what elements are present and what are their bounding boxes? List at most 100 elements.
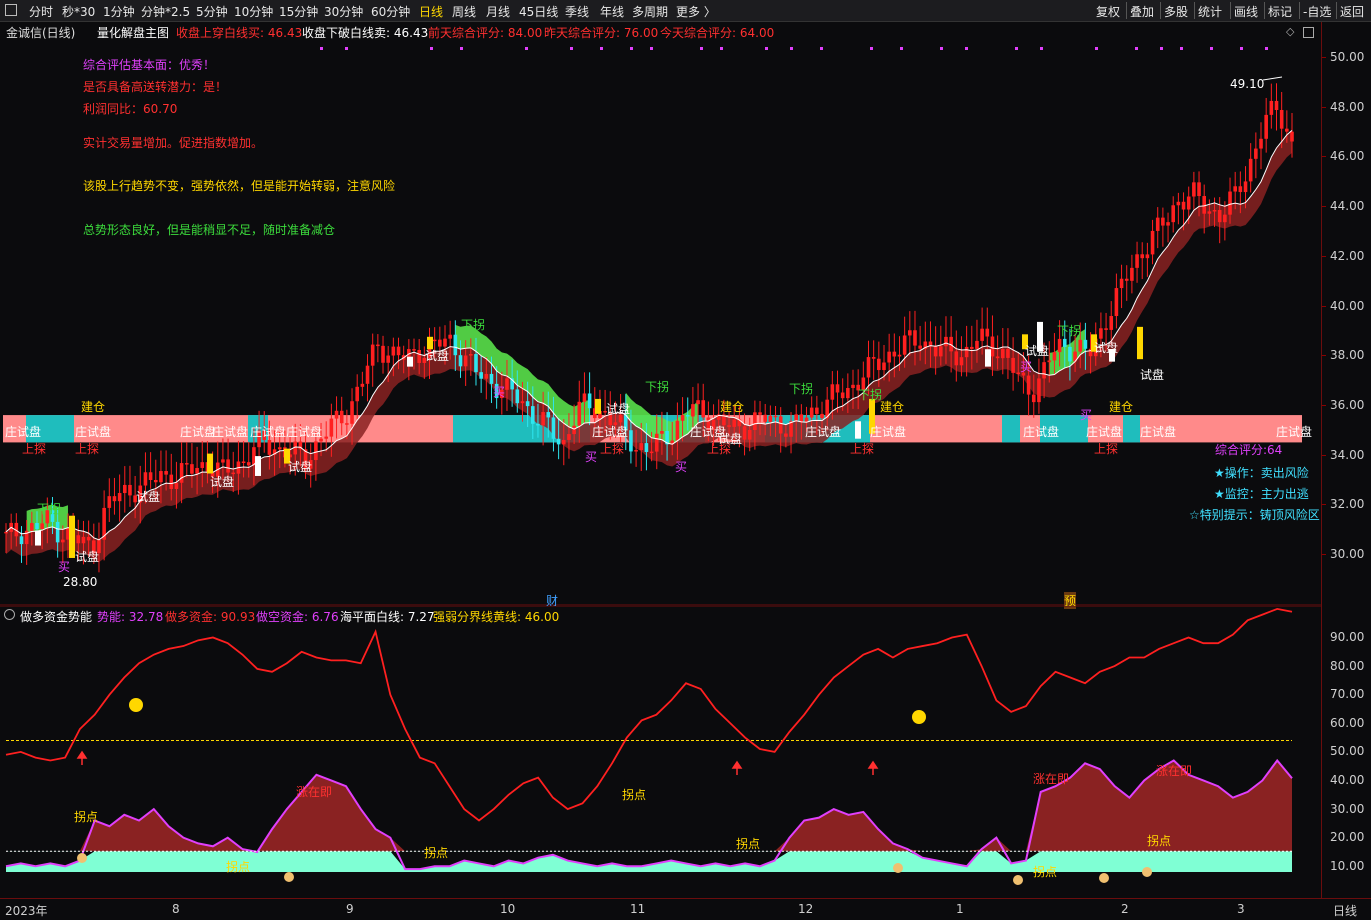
- candle-body: [1212, 210, 1217, 212]
- indicator-name[interactable]: 量化解盘主图: [97, 24, 169, 41]
- toolbar-button[interactable]: 返回: [1340, 3, 1364, 20]
- toolbar-button[interactable]: 复权: [1096, 3, 1120, 20]
- candle-body: [887, 351, 891, 363]
- sub-axis: 90.00 80.00 70.00 60.00 50.00 40.00 30.00 20.00…: [1321, 606, 1371, 898]
- price-tick: 36.00: [1330, 397, 1365, 412]
- toolbar-button[interactable]: 统计: [1198, 3, 1222, 20]
- period-tab[interactable]: 年线: [600, 3, 624, 20]
- tick-mark: [1322, 454, 1326, 456]
- candle-body: [35, 522, 39, 530]
- toolbar-button[interactable]: 画线: [1234, 3, 1258, 20]
- candle-body: [1083, 339, 1088, 349]
- toolbar-separator: [1126, 2, 1127, 19]
- candle-body: [190, 464, 194, 474]
- price-tick: 48.00: [1330, 99, 1365, 114]
- toolbar-button[interactable]: 多股: [1164, 3, 1188, 20]
- side-note: ★操作：卖出风险: [1214, 466, 1309, 480]
- candle-body: [933, 346, 938, 357]
- candle-body: [117, 493, 122, 502]
- date-tick: 2: [1121, 902, 1129, 916]
- candle-body: [587, 393, 592, 409]
- fund-momentum-chart[interactable]: 做多资金势能 势能: 32.78 做多资金: 90.93 做空资金: 6.76 海平面…: [0, 605, 1321, 898]
- signal-label: 庄试盘: [592, 425, 629, 439]
- candle-body: [267, 439, 272, 455]
- candle-body: [1026, 375, 1031, 395]
- period-tab[interactable]: 季线: [565, 3, 589, 20]
- candle-body: [944, 336, 948, 347]
- panel-toggle-icon[interactable]: [5, 4, 17, 16]
- period-tab[interactable]: 30分钟: [324, 3, 363, 20]
- candle-body: [179, 463, 184, 483]
- period-tab[interactable]: 周线: [452, 3, 476, 20]
- signal-label: 庄试盘: [286, 425, 323, 439]
- period-tab[interactable]: 月线: [486, 3, 510, 20]
- signal-label: 下拐: [461, 318, 486, 332]
- candle-body: [159, 471, 163, 483]
- side-note: 综合评分:64: [1215, 443, 1283, 457]
- candle-body: [1243, 181, 1248, 193]
- toolbar-button[interactable]: 标记: [1268, 3, 1292, 20]
- settings-icon[interactable]: [4, 609, 15, 620]
- pointer-hand-icon: [1099, 873, 1109, 883]
- candle-body: [815, 407, 819, 414]
- period-tab[interactable]: 15分钟: [279, 3, 318, 20]
- period-tab[interactable]: 1分钟: [103, 3, 135, 20]
- signal-label: 试盘: [1140, 368, 1165, 382]
- period-tab[interactable]: 分钟*2.5: [141, 3, 190, 20]
- header-value: 今天综合评分: 64.00: [660, 26, 775, 40]
- period-tab[interactable]: 多周期: [632, 3, 668, 20]
- tick-mark: [1322, 206, 1326, 208]
- main-price-chart[interactable]: 金诚信(日线) 量化解盘主图 收盘上穿白线买: 46.43 收盘下破白线卖: 46…: [0, 22, 1321, 609]
- top-marker: [965, 47, 968, 50]
- candle-body: [1145, 254, 1150, 259]
- sub-indicator-name[interactable]: 做多资金势能: [20, 608, 92, 625]
- analysis-note: 利润同比：60.70: [83, 102, 178, 116]
- potential-area: [6, 760, 1292, 852]
- candle-body: [391, 346, 396, 356]
- candle-body: [386, 355, 390, 363]
- period-tab[interactable]: 日线: [419, 3, 443, 20]
- candle-body: [1290, 131, 1294, 142]
- candle-body: [567, 434, 571, 440]
- signal-label: 庄试盘: [690, 425, 727, 439]
- candle-body: [1124, 278, 1129, 281]
- signal-candle: [407, 356, 413, 367]
- signal-candle: [595, 398, 601, 414]
- up-arrow-icon: [76, 750, 88, 765]
- candle-body: [892, 351, 897, 357]
- candle-body: [897, 354, 902, 357]
- toolbar-button[interactable]: 叠加: [1130, 3, 1154, 20]
- maximize-icon[interactable]: [1303, 27, 1314, 38]
- candle-body: [1006, 348, 1010, 358]
- signal-label: 上探: [1094, 442, 1119, 456]
- period-tab[interactable]: 秒*30: [62, 3, 95, 20]
- candle-body: [696, 400, 700, 405]
- period-tab[interactable]: 10分钟: [234, 3, 273, 20]
- period-tab[interactable]: 60分钟: [371, 3, 410, 20]
- candle-body: [1192, 182, 1196, 197]
- signal-label: 上探: [600, 442, 625, 456]
- candle-body: [1228, 191, 1232, 215]
- candle-body: [277, 447, 282, 450]
- candle-body: [1171, 205, 1176, 223]
- up-arrow-icon: [731, 760, 743, 775]
- candle-body: [4, 531, 8, 534]
- sub-header-value: 做空资金: 6.76: [256, 610, 339, 624]
- analysis-note: 是否具备高送转潜力：是！: [83, 80, 228, 94]
- candle-body: [1279, 109, 1284, 129]
- candle-body: [768, 415, 773, 422]
- support-band-segment: [1123, 415, 1140, 443]
- top-marker: [720, 47, 723, 50]
- period-tab[interactable]: 5分钟: [196, 3, 228, 20]
- candle-body: [1207, 211, 1212, 214]
- sub-header-value: 做多资金: 90.93: [165, 610, 256, 624]
- period-tab[interactable]: 分时: [29, 3, 53, 20]
- toolbar-button[interactable]: -自选: [1303, 3, 1331, 20]
- signal-label: 拐点: [424, 846, 449, 860]
- candle-body: [1202, 196, 1207, 214]
- signal-label: 庄试盘: [75, 425, 112, 439]
- signal-label: 拐点: [1033, 865, 1058, 879]
- period-tab[interactable]: 更多 〉: [676, 3, 716, 20]
- period-tab[interactable]: 45日线: [519, 3, 558, 20]
- diamond-icon[interactable]: ◇: [1286, 25, 1294, 38]
